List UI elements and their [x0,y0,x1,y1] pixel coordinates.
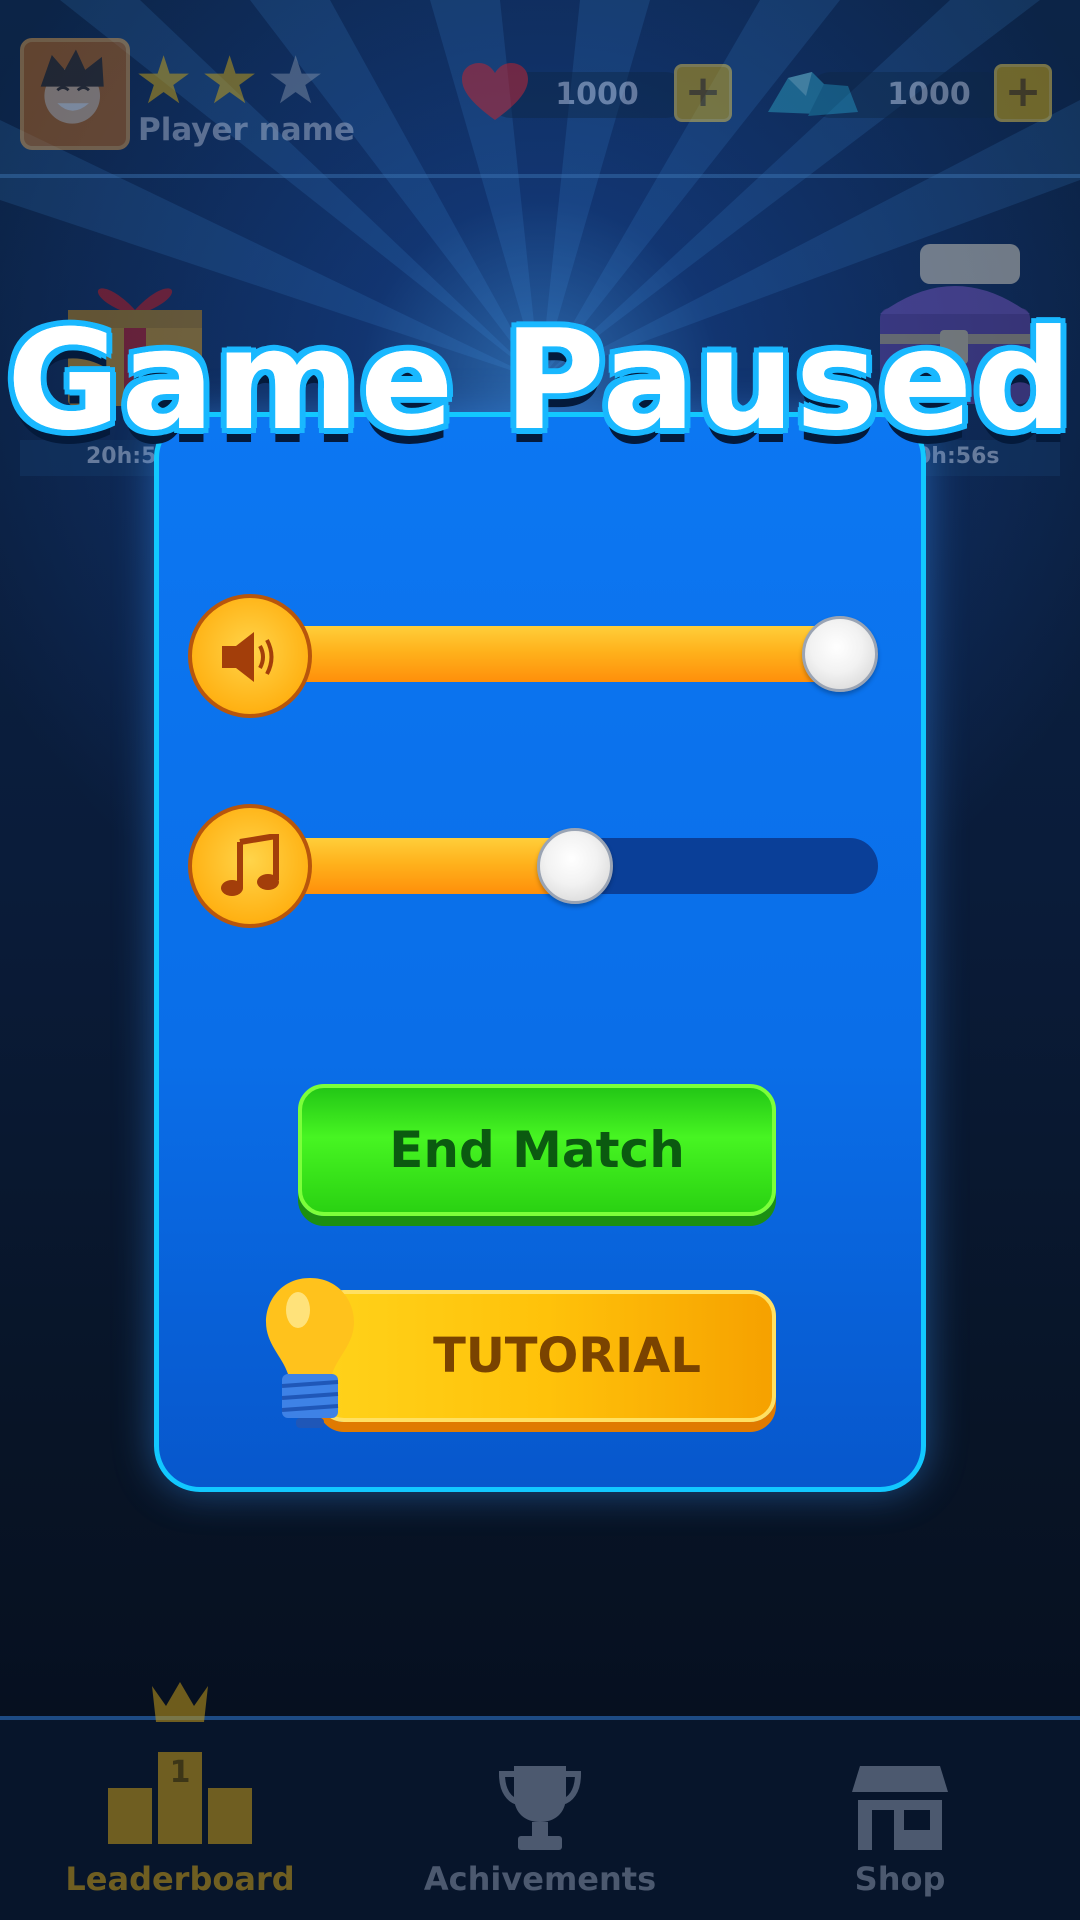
gems-value: 1000 [887,77,971,112]
add-gems-button[interactable]: + [994,64,1052,122]
tutorial-button[interactable]: TUTORIAL [318,1290,776,1422]
lightbulb-icon [266,1278,354,1428]
top-bar: ★ ★ ★ Player name 1000 + 1000 + [0,0,1080,176]
speaker-icon [222,632,274,682]
star-empty-icon: ★ [266,42,326,119]
player-face-icon [40,49,104,124]
shop-icon [852,1766,948,1850]
star-icon: ★ [134,42,194,119]
nav-label-shop: Shop [854,1860,946,1898]
lives-value: 1000 [555,77,639,112]
sound-volume-slider[interactable] [250,626,878,682]
end-match-button[interactable]: End Match [298,1084,776,1216]
tutorial-label: TUTORIAL [433,1328,701,1384]
nav-label-leaderboard: Leaderboard [65,1860,295,1898]
dialog-title: Game Paused [6,300,1074,461]
music-slider-handle[interactable] [537,828,613,904]
nav-leaderboard[interactable]: 1 Leaderboard [0,1682,360,1920]
nav-shop[interactable]: Shop [720,1716,1080,1920]
svg-text:1: 1 [170,1755,191,1790]
music-note-icon [221,834,279,896]
nav-achievements[interactable]: Achivements [360,1716,720,1920]
nav-label-achievements: Achivements [423,1860,657,1898]
heart-icon [462,63,528,120]
sound-slider-icon-badge [188,594,312,718]
gems-icon [768,72,858,116]
player-name: Player name [138,112,355,148]
player-avatar[interactable] [20,38,130,150]
star-icon: ★ [200,42,260,119]
sound-slider-handle[interactable] [802,616,878,692]
podium-crown-icon: 1 [108,1682,252,1844]
trophy-icon [498,1766,582,1850]
end-match-label: End Match [389,1121,685,1179]
add-lives-button[interactable]: + [674,64,732,122]
header-divider [0,174,1080,178]
sound-slider-fill [250,626,860,682]
music-slider-icon-badge [188,804,312,928]
